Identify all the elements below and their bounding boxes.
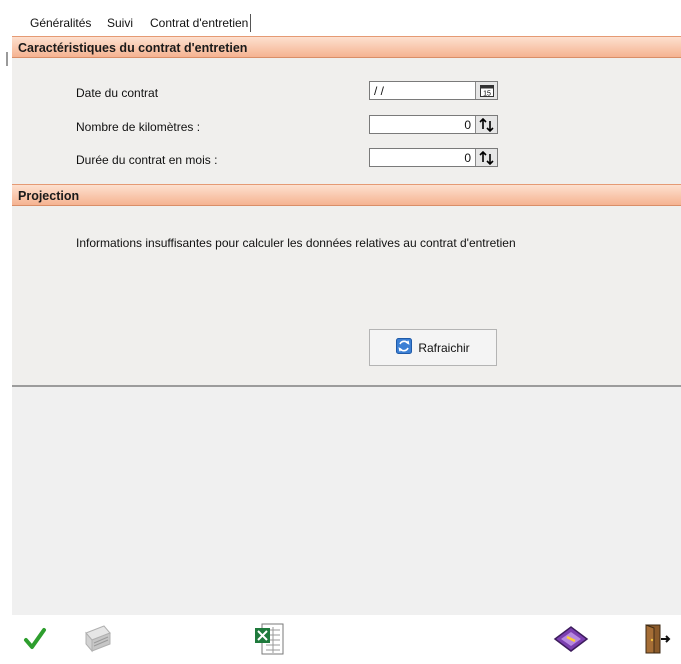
checkmark-icon xyxy=(23,627,47,654)
label-nombre-kilometres: Nombre de kilomètres : xyxy=(76,120,201,134)
empty-content-area xyxy=(12,387,681,615)
excel-icon xyxy=(254,623,284,658)
spinner-icon[interactable] xyxy=(475,149,497,166)
label-date-contrat: Date du contrat xyxy=(76,86,159,100)
duree-contrat-field[interactable]: 0 xyxy=(369,148,498,167)
print-button[interactable] xyxy=(78,621,116,659)
projection-info-text: Informations insuffisantes pour calculer… xyxy=(76,236,516,250)
calendar-icon[interactable]: 15 xyxy=(475,82,497,99)
duree-contrat-value[interactable]: 0 xyxy=(370,151,475,165)
refresh-button[interactable]: Rafraichir xyxy=(369,329,497,366)
validate-button[interactable] xyxy=(16,621,54,659)
exit-door-icon xyxy=(643,623,671,658)
section-header-characteristics: Caractéristiques du contrat d'entretien xyxy=(12,36,681,58)
date-contrat-value[interactable]: / / xyxy=(370,84,475,98)
window-edge-marker xyxy=(6,52,8,66)
nombre-kilometres-value[interactable]: 0 xyxy=(370,118,475,132)
section-header-projection: Projection xyxy=(12,184,681,206)
label-duree-contrat: Durée du contrat en mois : xyxy=(76,153,218,167)
contract-panel: Caractéristiques du contrat d'entretien … xyxy=(12,36,681,387)
nombre-kilometres-field[interactable]: 0 xyxy=(369,115,498,134)
bottom-toolbar xyxy=(0,615,681,664)
tab-contrat-entretien[interactable]: Contrat d'entretien xyxy=(148,14,252,32)
spinner-icon[interactable] xyxy=(475,116,497,133)
date-contrat-field[interactable]: / / 15 xyxy=(369,81,498,100)
card-icon xyxy=(553,625,589,656)
exit-button[interactable] xyxy=(638,621,676,659)
svg-text:15: 15 xyxy=(483,90,491,97)
tab-suivi[interactable]: Suivi xyxy=(105,14,135,32)
card-button[interactable] xyxy=(552,621,590,659)
refresh-label: Rafraichir xyxy=(418,340,470,355)
printer-icon xyxy=(80,623,114,658)
export-excel-button[interactable] xyxy=(250,621,288,659)
refresh-icon xyxy=(396,338,413,357)
tab-bar: Généralités Suivi Contrat d'entretien xyxy=(0,10,681,36)
tab-generalites[interactable]: Généralités xyxy=(28,14,93,32)
